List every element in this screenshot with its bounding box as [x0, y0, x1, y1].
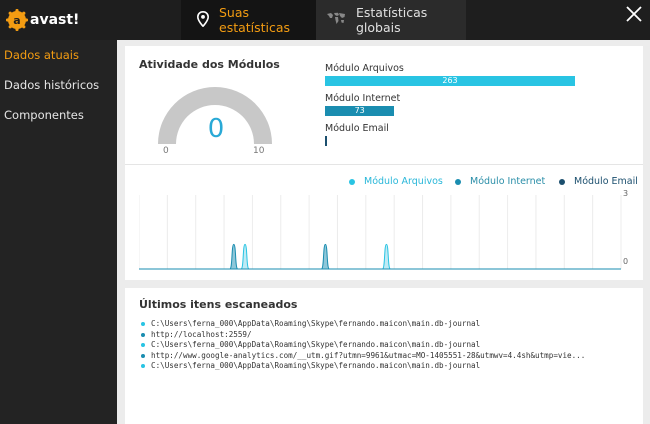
scanned-list: C:\Users\ferna_000\AppData\Roaming\Skype… — [139, 319, 639, 372]
activity-spike — [229, 243, 239, 270]
avast-logo-icon: a — [6, 9, 28, 31]
tab-estatisticas-globais[interactable]: Estatísticas globais — [316, 0, 466, 40]
module-bar-email — [325, 136, 327, 146]
list-item: C:\Users\ferna_000\AppData\Roaming\Skype… — [139, 340, 639, 351]
y-tick-max: 3 — [623, 189, 629, 198]
sidebar-item-dados-atuais[interactable]: Dados atuais — [0, 40, 117, 70]
main-content: Atividade dos Módulos 0 0 10 Módulo Arqu… — [117, 40, 650, 424]
legend-dot — [455, 178, 461, 185]
legend-internet: Módulo Internet — [455, 176, 545, 187]
activity-spike — [320, 243, 330, 270]
gauge-min: 0 — [163, 146, 169, 156]
module-label-email: Módulo Email — [325, 123, 389, 134]
location-pin-icon — [196, 10, 210, 30]
list-item: C:\Users\ferna_000\AppData\Roaming\Skype… — [139, 361, 639, 372]
legend-label: Módulo Arquivos — [364, 176, 443, 187]
scanned-items-card: Últimos itens escaneados C:\Users\ferna_… — [125, 288, 643, 424]
scanned-title: Últimos itens escaneados — [139, 298, 298, 311]
module-bar-internet: 73 — [325, 106, 395, 116]
top-bar: a avast! Suas estatísticas Estatísticas … — [0, 0, 650, 40]
sidebar-item-componentes[interactable]: Componentes — [0, 100, 117, 130]
close-button[interactable] — [624, 4, 644, 24]
sidebar-item-dados-historicos[interactable]: Dados históricos — [0, 70, 117, 100]
gauge-max: 10 — [253, 146, 265, 156]
svg-text:a: a — [13, 14, 20, 27]
scanned-path: http://localhost:2559/ — [151, 329, 252, 339]
legend-label: Módulo Email — [574, 176, 638, 187]
tab-suas-estatisticas[interactable]: Suas estatísticas — [181, 0, 316, 40]
activity-card: Atividade dos Módulos 0 0 10 Módulo Arqu… — [125, 46, 643, 280]
y-tick-min: 0 — [623, 257, 629, 266]
logo-text: avast! — [30, 12, 80, 28]
scanned-path: http://www.google-analytics.com/__utm.gi… — [151, 350, 586, 360]
bullet — [141, 343, 145, 348]
module-value-arquivos: 263 — [442, 76, 458, 85]
world-map-icon — [326, 12, 346, 28]
legend-arquivos: Módulo Arquivos — [349, 176, 443, 187]
bullet — [141, 332, 145, 337]
activity-spike — [240, 243, 250, 270]
scanned-path: C:\Users\ferna_000\AppData\Roaming\Skype… — [151, 340, 481, 350]
gauge-value: 0 — [207, 114, 225, 144]
close-icon — [626, 6, 642, 22]
module-value-internet: 73 — [354, 106, 365, 115]
sidebar: Dados atuais Dados históricos Componente… — [0, 40, 117, 424]
activity-title: Atividade dos Módulos — [139, 58, 280, 71]
legend-dot — [559, 178, 565, 185]
list-item: http://localhost:2559/ — [139, 330, 639, 341]
module-bar-arquivos: 263 — [325, 76, 575, 86]
bullet — [141, 322, 145, 326]
activity-chart — [139, 195, 622, 270]
avast-logo: a avast! — [6, 8, 79, 32]
bullet — [141, 364, 145, 369]
list-item: http://www.google-analytics.com/__utm.gi… — [139, 351, 639, 362]
bullet — [141, 353, 145, 358]
scanned-path: C:\Users\ferna_000\AppData\Roaming\Skype… — [151, 361, 481, 371]
card-divider — [125, 164, 643, 165]
module-label-arquivos: Módulo Arquivos — [325, 63, 404, 74]
sidebar-item-label: Dados históricos — [4, 78, 100, 92]
sidebar-item-label: Componentes — [4, 108, 84, 122]
list-item: C:\Users\ferna_000\AppData\Roaming\Skype… — [139, 319, 639, 330]
scanned-path: C:\Users\ferna_000\AppData\Roaming\Skype… — [151, 319, 481, 328]
module-label-internet: Módulo Internet — [325, 93, 401, 104]
legend-label: Módulo Internet — [470, 176, 546, 187]
legend-email: Módulo Email — [559, 176, 638, 187]
tab-label: Suas estatísticas — [219, 5, 291, 35]
activity-spike — [381, 243, 391, 270]
sidebar-item-label: Dados atuais — [4, 48, 79, 62]
tab-label: Estatísticas globais — [356, 5, 428, 35]
legend-dot — [349, 178, 355, 185]
